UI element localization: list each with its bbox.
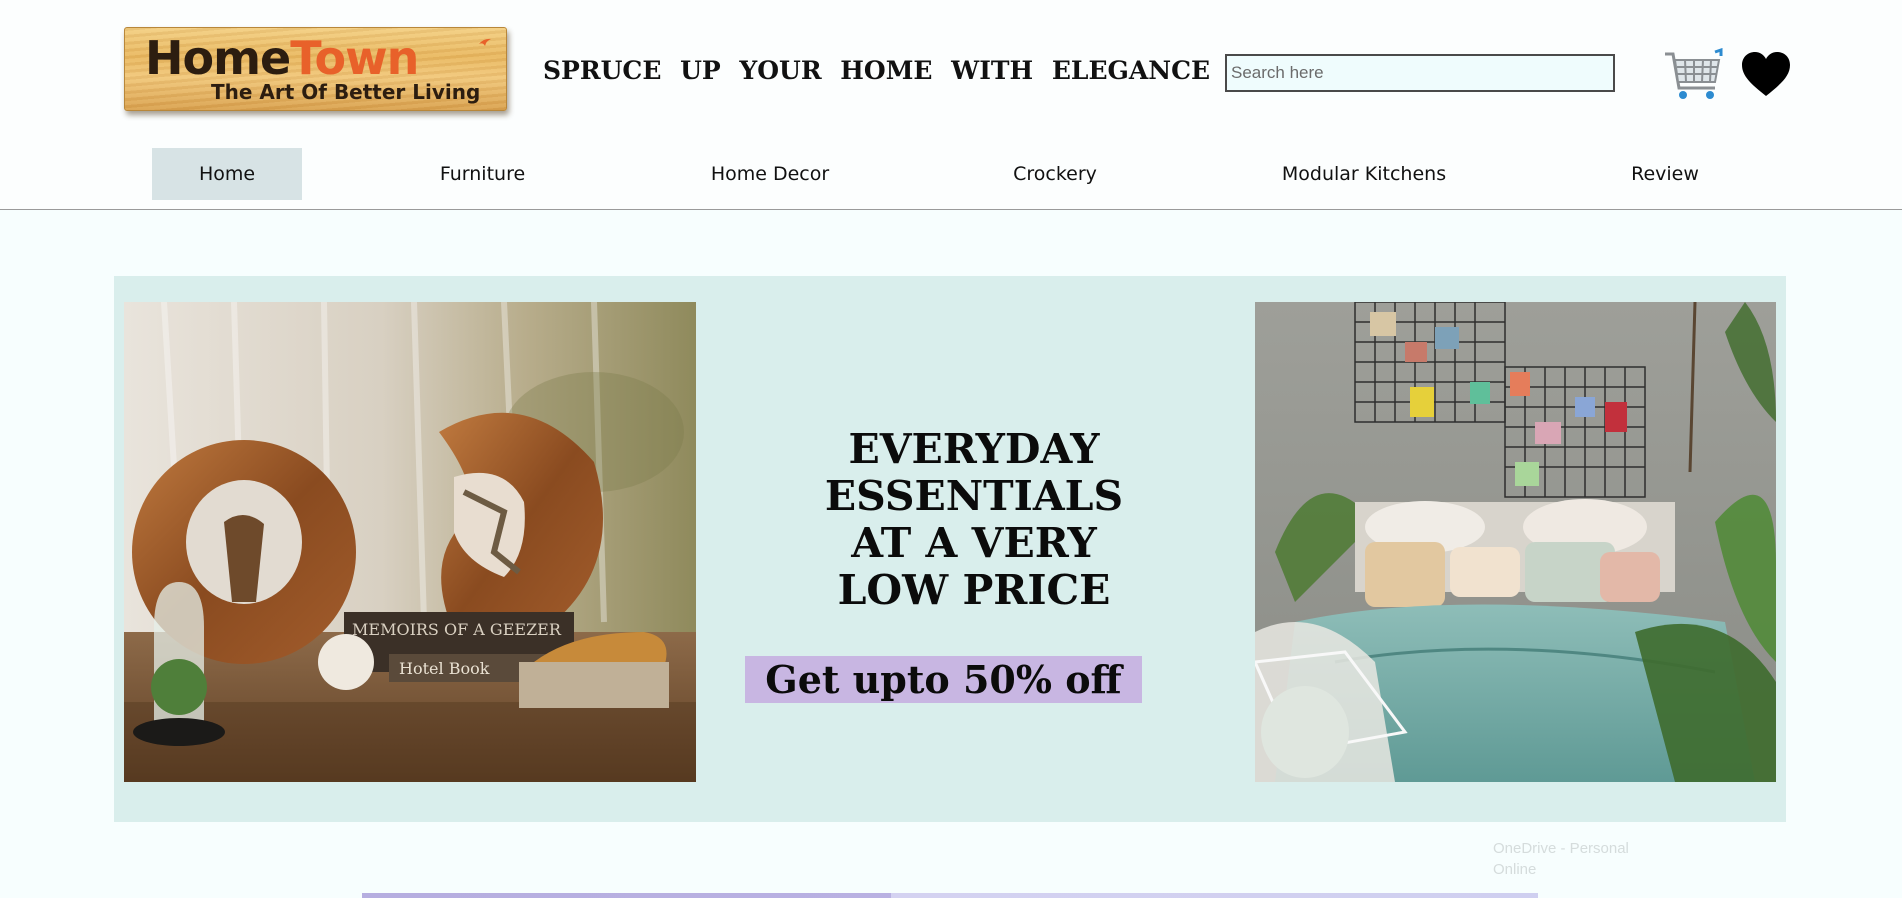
- header-divider: [0, 209, 1902, 210]
- bedroom-image: [1255, 302, 1776, 782]
- headline-line: LOW PRICE: [837, 566, 1111, 614]
- search-input[interactable]: [1225, 54, 1615, 92]
- headline-line: ESSENTIALS: [824, 472, 1124, 520]
- promo-banner: MEMOIRS OF A GEEZER Hotel Book EVERYDAY …: [114, 276, 1786, 822]
- logo-slogan: The Art Of Better Living: [211, 80, 481, 104]
- site-header: HomeTown The Art Of Better Living SPRUCE…: [0, 0, 1902, 210]
- decor-sculptures-image: MEMOIRS OF A GEEZER Hotel Book: [124, 302, 696, 782]
- banner-headline: EVERYDAY ESSENTIALS AT A VERY LOW PRICE: [734, 426, 1214, 614]
- bird-icon: [479, 38, 491, 46]
- nav-modular-kitchens[interactable]: Modular Kitchens: [1260, 148, 1468, 200]
- nav-review[interactable]: Review: [1610, 148, 1720, 200]
- headline-line: EVERYDAY: [848, 425, 1100, 473]
- onedrive-status-toast: OneDrive - Personal Online: [1482, 834, 1644, 886]
- hometown-logo[interactable]: HomeTown The Art Of Better Living: [124, 27, 507, 111]
- nav-crockery[interactable]: Crockery: [990, 148, 1120, 200]
- toast-title: OneDrive - Personal: [1493, 840, 1629, 857]
- main-nav: Home Furniture Home Decor Crockery Modul…: [0, 148, 1902, 200]
- headline-line: AT A VERY: [851, 519, 1097, 567]
- discount-offer-button[interactable]: Get upto 50% off: [745, 656, 1142, 703]
- heart-icon[interactable]: [1741, 52, 1791, 98]
- next-section-edge: [362, 893, 1538, 898]
- nav-home[interactable]: Home: [152, 148, 302, 200]
- toast-status: Online: [1493, 861, 1537, 878]
- cart-icon[interactable]: [1663, 48, 1723, 104]
- logo-word-town: Town: [290, 31, 419, 85]
- book-subtitle-text: Hotel Book: [399, 659, 490, 678]
- logo-word-home: Home: [145, 31, 291, 85]
- nav-home-decor[interactable]: Home Decor: [690, 148, 850, 200]
- book-title-text: MEMOIRS OF A GEEZER: [352, 620, 562, 639]
- nav-furniture[interactable]: Furniture: [410, 148, 555, 200]
- site-tagline: SPRUCE UP YOUR HOME WITH ELEGANCE: [543, 56, 1211, 85]
